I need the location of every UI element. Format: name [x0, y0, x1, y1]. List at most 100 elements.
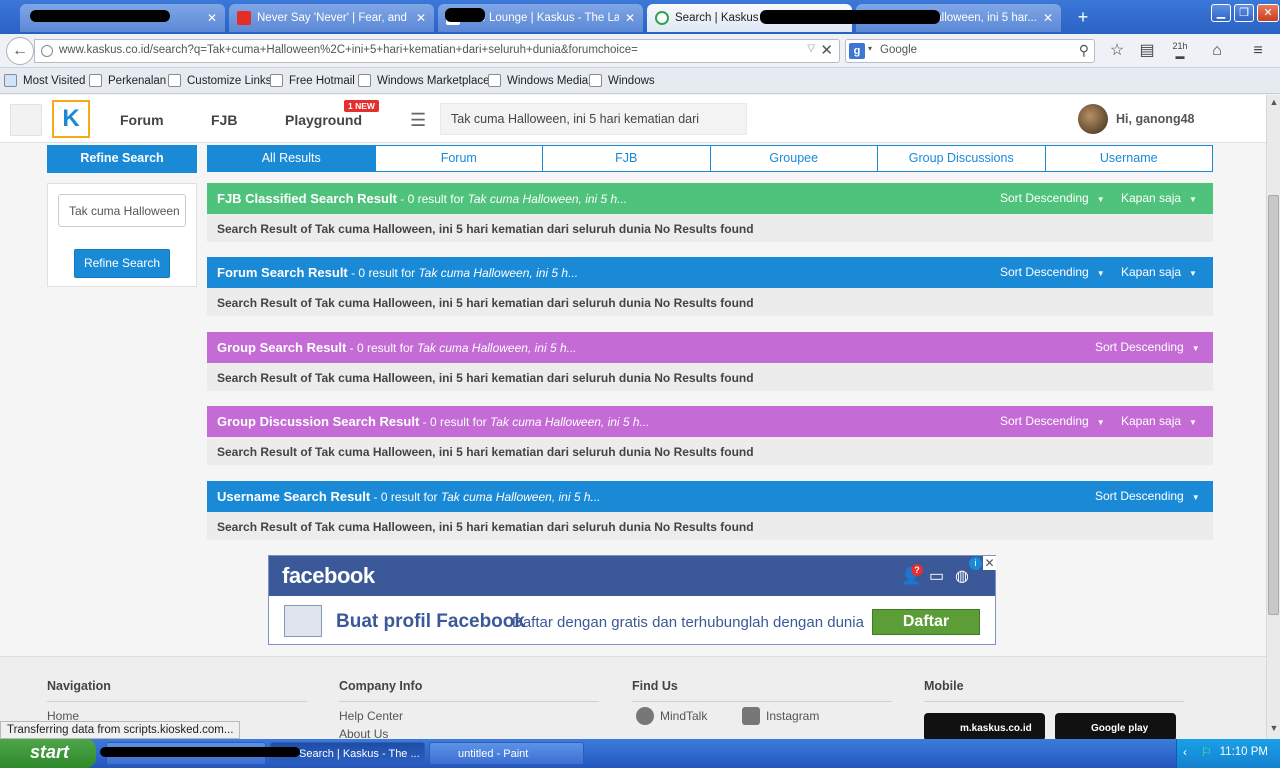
footer-mobile: Mobile — [924, 679, 1184, 702]
maximize-button[interactable]: ❐ — [1234, 4, 1254, 22]
forum-result-section: Forum Search Result - 0 result for Tak c… — [207, 257, 1213, 316]
bookmark-item[interactable]: Perkenalan — [89, 74, 166, 87]
google-play-badge[interactable]: Google play — [1055, 713, 1176, 739]
downloads-icon[interactable]: 21h ▬ — [1170, 41, 1190, 61]
scroll-down-icon[interactable]: ▼ — [1268, 723, 1280, 735]
browser-tab[interactable]: Never Say 'Never' | Fear, and ✕ — [229, 4, 434, 32]
footer-heading: Mobile — [924, 679, 1184, 702]
section-header: Username Search Result - 0 result for Ta… — [207, 481, 1213, 512]
no-results-message: Search Result of Tak cuma Halloween, ini… — [207, 288, 1213, 316]
mobile-site-badge[interactable]: m.kaskus.co.id — [924, 713, 1045, 739]
bookmark-item[interactable]: Free Hotmail — [270, 74, 355, 87]
vertical-scrollbar[interactable]: ▲ ▼ — [1266, 95, 1280, 739]
tab-close-icon[interactable]: ✕ — [1043, 11, 1053, 25]
site-search-input[interactable]: Tak cuma Halloween, ini 5 hari kematian … — [440, 103, 747, 135]
tab-close-icon[interactable]: ✕ — [625, 11, 635, 25]
start-button[interactable]: start — [0, 739, 96, 768]
refine-search-input[interactable]: Tak cuma Halloween — [58, 194, 186, 227]
nav-playground[interactable]: Playground — [285, 112, 362, 128]
sort-dropdown[interactable]: Sort Descending ▼ — [1000, 265, 1105, 279]
redaction-scribble — [100, 747, 300, 757]
user-greeting[interactable]: Hi, ganong48 — [1116, 112, 1194, 126]
sort-dropdown[interactable]: Sort Descending ▼ — [1095, 340, 1200, 354]
chevron-down-icon[interactable]: ▽ — [807, 43, 815, 54]
url-text: www.kaskus.co.id/search?q=Tak+cuma+Hallo… — [59, 44, 638, 56]
browser-search-box[interactable]: g ▾ Google ⚲ — [845, 39, 1095, 63]
time-dropdown[interactable]: Kapan saja ▼ — [1121, 414, 1197, 428]
avatar[interactable] — [1078, 104, 1108, 134]
bookmark-star-icon[interactable]: ☆ — [1107, 41, 1127, 61]
sort-dropdown[interactable]: Sort Descending ▼ — [1000, 414, 1105, 428]
downloads-badge: 21h — [1172, 41, 1188, 51]
scroll-up-icon[interactable]: ▲ — [1268, 97, 1280, 109]
back-button[interactable]: ← — [6, 37, 34, 65]
redaction-scribble — [445, 8, 485, 22]
footer-link-mindtalk[interactable]: MindTalk — [636, 707, 707, 725]
bookmark-item[interactable]: Most Visited — [4, 74, 85, 87]
nav-fjb[interactable]: FJB — [211, 112, 237, 128]
footer-company: Company Info Help Center About Us — [339, 679, 599, 739]
tab-group-discussions[interactable]: Group Discussions — [877, 146, 1045, 171]
no-results-message: Search Result of Tak cuma Halloween, ini… — [207, 512, 1213, 540]
menu-icon[interactable]: ≡ — [1248, 41, 1268, 61]
bookmark-item[interactable]: Windows Marketplace — [358, 74, 489, 87]
time-dropdown[interactable]: Kapan saja ▼ — [1121, 191, 1197, 205]
page-icon — [168, 74, 181, 87]
loading-icon — [655, 11, 669, 25]
section-header: FJB Classified Search Result - 0 result … — [207, 183, 1213, 214]
close-window-button[interactable]: ✕ — [1257, 4, 1279, 22]
time-dropdown[interactable]: Kapan saja ▼ — [1121, 265, 1197, 279]
stop-icon[interactable]: ✕ — [820, 41, 833, 59]
minimize-button[interactable]: ▁ — [1211, 4, 1231, 22]
footer-link-instagram[interactable]: Instagram — [742, 707, 819, 725]
bookmark-item[interactable]: Customize Links — [168, 74, 271, 87]
no-results-message: Search Result of Tak cuma Halloween, ini… — [207, 214, 1213, 242]
bookmarks-bar: Most Visited Perkenalan Customize Links … — [0, 68, 1280, 94]
network-icon[interactable]: ⚐ — [1201, 745, 1212, 759]
url-bar[interactable]: www.kaskus.co.id/search?q=Tak+cuma+Hallo… — [34, 39, 840, 63]
username-result-section: Username Search Result - 0 result for Ta… — [207, 481, 1213, 540]
bookmark-label: Free Hotmail — [289, 74, 355, 87]
side-menu-toggle[interactable] — [10, 104, 42, 136]
sort-dropdown[interactable]: Sort Descending ▼ — [1000, 191, 1105, 205]
nav-forum[interactable]: Forum — [120, 112, 164, 128]
bookmark-item[interactable]: Windows Media — [488, 74, 588, 87]
hamburger-icon[interactable]: ☰ — [410, 110, 426, 131]
tab-username[interactable]: Username — [1044, 146, 1213, 171]
new-tab-button[interactable]: + — [1072, 6, 1094, 28]
tab-close-icon[interactable]: ✕ — [207, 11, 217, 25]
tab-groupee[interactable]: Groupee — [709, 146, 878, 171]
home-icon[interactable]: ⌂ — [1207, 41, 1227, 61]
mindtalk-icon — [636, 707, 654, 725]
chevron-down-icon[interactable]: ▾ — [868, 44, 872, 53]
ad-close-icon[interactable]: ✕ — [983, 556, 996, 570]
kaskus-logo[interactable]: K — [52, 100, 90, 138]
tab-all-results[interactable]: All Results — [208, 146, 375, 171]
messages-icon: ▭ — [929, 568, 945, 585]
refine-search-panel: Tak cuma Halloween Refine Search — [47, 183, 197, 287]
chevron-down-icon: ▼ — [1191, 344, 1200, 353]
sort-dropdown[interactable]: Sort Descending ▼ — [1095, 489, 1200, 503]
result-count: - 0 result for — [396, 192, 468, 206]
bookmark-label: Most Visited — [23, 74, 86, 87]
scrollbar-thumb[interactable] — [1268, 195, 1279, 615]
refine-search-button[interactable]: Refine Search — [74, 249, 170, 278]
chevron-down-icon: ▼ — [1189, 418, 1197, 427]
chevron-down-icon: ▼ — [1191, 493, 1200, 502]
bookmark-item[interactable]: Windows — [589, 74, 655, 87]
notification-badge: ? — [911, 564, 923, 576]
tab-forum[interactable]: Forum — [374, 146, 543, 171]
tray-arrow-icon[interactable]: ‹ — [1183, 745, 1187, 759]
footer-link-help[interactable]: Help Center — [339, 709, 599, 723]
ad-signup-button[interactable]: Daftar — [872, 609, 980, 635]
tab-close-icon[interactable]: ✕ — [416, 11, 426, 25]
footer-link-about[interactable]: About Us — [339, 727, 599, 739]
tab-fjb[interactable]: FJB — [542, 146, 710, 171]
taskbar-item-paint[interactable]: untitled - Paint — [429, 742, 584, 765]
bookmarks-menu-icon[interactable]: ▤ — [1137, 41, 1157, 61]
status-bar: Transferring data from scripts.kiosked.c… — [0, 721, 241, 739]
search-icon[interactable]: ⚲ — [1079, 42, 1089, 59]
ad-info-icon[interactable]: i — [969, 557, 982, 570]
bookmark-label: Windows Marketplace — [377, 74, 490, 87]
facebook-ad[interactable]: facebook 👤 ? ▭ ◍ i ✕ Buat profil Faceboo… — [268, 555, 996, 645]
